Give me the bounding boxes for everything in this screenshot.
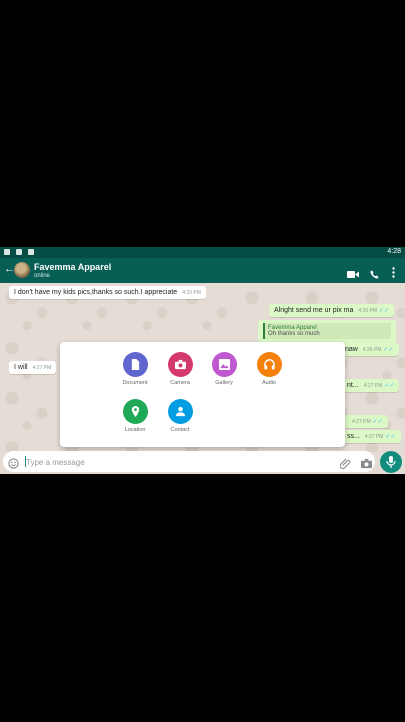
attach-option-label: Document [122,380,148,386]
app-screen: 4:28 ← Favemma Apparel online I don't ha… [0,247,405,474]
camera-icon[interactable] [361,456,372,474]
notification-icon [4,249,10,255]
message-bubble-incoming[interactable]: I will 4:27 PM [9,361,57,374]
attach-contact-button[interactable]: Contact [158,399,202,433]
attachment-menu: Document Camera Gallery Audio Location C… [60,342,345,447]
attach-option-label: Audio [261,380,277,386]
attach-option-label: Gallery [215,380,233,386]
document-icon [122,352,148,377]
location-pin-icon [122,399,148,424]
contact-status: online [34,273,51,279]
message-text: I will [14,364,28,371]
emoji-icon[interactable] [8,456,19,474]
quoted-message[interactable]: Favemma Apparel Oh thanks so much [263,323,391,339]
message-time: 4:27 PM [364,434,384,440]
message-bubble-outgoing[interactable]: Alright send me ur pix ma 4:26 PM ✓✓ [269,304,395,317]
message-time: 4:27 PM [363,383,383,389]
message-text: ss... [347,433,360,440]
read-ticks-icon: ✓✓ [372,419,383,425]
microphone-button[interactable] [380,451,402,473]
camera-icon [167,352,193,377]
avatar[interactable] [14,262,30,278]
message-bubble-outgoing[interactable]: naw 4:26 PM ✓✓ [340,343,399,356]
attach-camera-button[interactable]: Camera [158,352,202,386]
more-options-icon[interactable] [392,265,395,283]
message-time: 4:26 PM [358,308,377,314]
headphones-icon [256,352,282,377]
attach-option-label: Contact [170,427,190,433]
message-time: 4:26 PM [362,347,382,353]
message-bubble-outgoing[interactable]: ss... 4:27 PM ✓✓ [342,430,401,443]
video-call-icon[interactable] [347,266,359,284]
attach-location-button[interactable]: Location [113,399,157,433]
message-input[interactable]: Type a message [3,451,375,472]
attach-document-button[interactable]: Document [113,352,157,386]
notification-icon [16,249,22,255]
read-ticks-icon: ✓✓ [385,434,396,440]
message-bubble-outgoing[interactable]: 4:27 PM ✓✓ [342,415,388,428]
message-text: I don't have my kids pics,thanks so such… [14,289,178,296]
notification-icon [28,249,34,255]
contact-icon [167,399,193,424]
message-composer: Type a message [0,449,405,474]
contact-name[interactable]: Favemma Apparel [34,262,111,272]
microphone-icon [386,456,396,468]
attach-option-label: Camera [170,380,190,386]
status-time: 4:28 [387,248,401,255]
message-bubble-outgoing[interactable]: nt... 4:27 PM ✓✓ [342,379,400,392]
read-ticks-icon: ✓✓ [384,383,395,389]
status-bar: 4:28 [0,247,405,258]
read-ticks-icon: ✓✓ [379,308,390,314]
attach-paperclip-icon[interactable] [339,456,351,474]
message-text: naw [345,346,358,353]
voice-call-icon[interactable] [370,266,379,284]
attach-audio-button[interactable]: Audio [247,352,291,386]
chat-header: ← Favemma Apparel online [0,258,405,283]
attach-gallery-button[interactable]: Gallery [202,352,246,386]
read-ticks-icon: ✓✓ [383,347,394,353]
message-time: 4:23 PM [182,290,201,296]
gallery-icon [211,352,237,377]
message-text: nt... [347,382,359,389]
quoted-text: Oh thanks so much [268,331,320,337]
attach-option-label: Location [124,427,146,433]
message-bubble-incoming[interactable]: I don't have my kids pics,thanks so such… [9,286,206,299]
message-time: 4:27 PM [32,365,52,371]
message-placeholder: Type a message [26,458,85,467]
message-text: Alright send me ur pix ma [274,307,354,314]
message-time: 4:27 PM [352,419,371,425]
